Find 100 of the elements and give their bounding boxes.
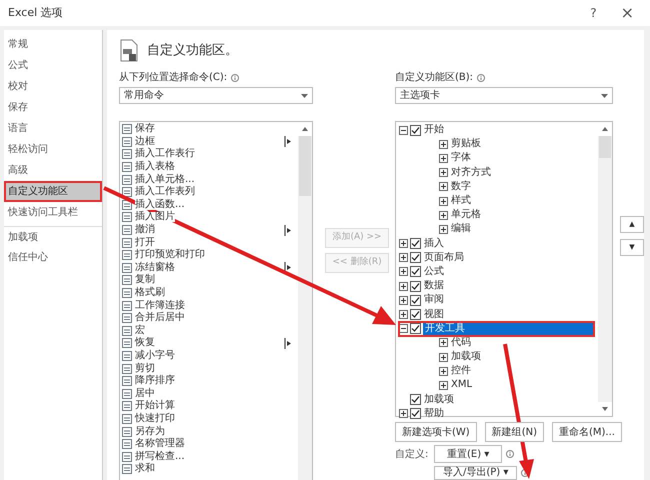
collapse-icon[interactable] [399, 126, 408, 135]
command-item[interactable]: 开始计算 [135, 401, 175, 412]
tree-item[interactable]: 视图 [423, 310, 444, 320]
command-item[interactable]: 拼写检查... [135, 452, 185, 462]
close-button[interactable]: × [620, 1, 634, 25]
checkbox[interactable] [410, 280, 421, 292]
tree-item[interactable]: 编辑 [450, 224, 471, 234]
nav-item[interactable]: 常规 [4, 34, 102, 55]
command-item[interactable]: 插入函数... [135, 200, 185, 210]
expand-icon[interactable] [439, 140, 448, 149]
tree-item[interactable]: 加载项 [450, 352, 481, 362]
tree-item[interactable]: 数字 [450, 182, 471, 192]
expand-icon[interactable] [399, 239, 408, 248]
nav-item[interactable]: 公式 [4, 55, 102, 76]
tree-item[interactable]: 插入 [423, 238, 444, 249]
command-item[interactable]: 插入工作表行 [135, 149, 195, 160]
expand-icon[interactable] [399, 409, 408, 418]
command-item[interactable]: 工作簿连接 [135, 300, 185, 311]
command-item[interactable]: 插入表格 [135, 162, 175, 172]
action-button[interactable]: 新建选项卡(W) [395, 422, 477, 442]
command-item[interactable]: 名称管理器 [135, 439, 185, 450]
nav-item[interactable]: 保存 [4, 97, 102, 118]
expand-icon[interactable] [439, 196, 448, 206]
expand-icon[interactable] [439, 224, 448, 234]
action-button[interactable]: 重命名(M)... [552, 422, 622, 442]
nav-item[interactable]: 轻松访问 [4, 139, 102, 160]
tree-item[interactable]: 样式 [450, 196, 471, 206]
checkbox[interactable] [410, 266, 421, 278]
checkbox[interactable] [410, 238, 421, 250]
tree-item[interactable]: 对齐方式 [450, 168, 491, 178]
command-item[interactable]: 合并后居中 [135, 313, 185, 324]
command-source-dropdown[interactable]: 常用命令 [119, 87, 313, 104]
reset-button[interactable]: 重置(E) ▾ [434, 445, 502, 463]
tree-item[interactable]: 开发工具 [423, 322, 594, 336]
command-item[interactable]: 降序排序 [135, 376, 175, 386]
expand-icon[interactable] [439, 352, 448, 362]
tree-item[interactable]: 单元格 [450, 210, 481, 220]
nav-item[interactable]: 语言 [4, 118, 102, 139]
command-item[interactable]: 插入图片 [135, 212, 175, 222]
expand-icon[interactable] [399, 253, 408, 262]
nav-item[interactable]: 信任中心 [4, 247, 102, 268]
scroll-up-icon[interactable] [602, 127, 608, 131]
tree-item[interactable]: 控件 [450, 366, 471, 376]
expand-icon[interactable] [439, 380, 448, 390]
expand-icon[interactable] [399, 296, 408, 305]
tree-item[interactable]: 公式 [423, 266, 444, 277]
collapse-icon[interactable] [399, 324, 408, 334]
scrollbar[interactable] [298, 122, 312, 480]
nav-item[interactable]: 自定义功能区 [4, 181, 102, 202]
expand-icon[interactable] [439, 182, 448, 192]
checkbox[interactable] [410, 124, 421, 136]
ribbon-tabs-dropdown[interactable]: 主选项卡 [395, 87, 613, 104]
tree-item[interactable]: 剪贴板 [450, 139, 481, 150]
scroll-thumb[interactable] [299, 136, 311, 196]
command-item[interactable]: 插入工作表列 [135, 187, 195, 198]
checkbox[interactable] [410, 394, 421, 406]
scroll-up-icon[interactable] [302, 127, 308, 131]
tree-item[interactable]: 数据 [423, 281, 444, 292]
nav-item[interactable]: 校对 [4, 76, 102, 97]
scroll-down-icon[interactable] [602, 407, 608, 411]
expand-icon[interactable] [399, 310, 408, 320]
import-export-button[interactable]: 导入/导出(P) ▾ [434, 466, 518, 480]
expand-icon[interactable] [399, 267, 408, 276]
command-item[interactable]: 打印预览和打印 [135, 250, 205, 260]
tree-item[interactable]: 页面布局 [423, 252, 464, 263]
command-item[interactable]: 复制 [135, 275, 155, 286]
nav-item[interactable]: 高级 [4, 160, 102, 181]
checkbox[interactable] [410, 408, 421, 420]
tree-item[interactable]: XML [450, 380, 472, 390]
expand-icon[interactable] [439, 154, 448, 163]
checkbox[interactable] [410, 294, 421, 306]
tree-item[interactable]: 审阅 [423, 295, 444, 306]
nav-item[interactable]: 加载项 [4, 226, 102, 247]
command-item[interactable]: 撤消 [135, 225, 155, 236]
command-item[interactable]: 另存为 [135, 426, 165, 437]
action-button[interactable]: 新建组(N) [484, 422, 544, 442]
command-item[interactable]: 恢复 [135, 338, 155, 348]
command-item[interactable]: 宏 [135, 326, 145, 336]
expand-icon[interactable] [439, 338, 448, 348]
checkbox[interactable] [410, 309, 421, 320]
command-item[interactable]: 边框 [135, 136, 155, 147]
command-item[interactable]: 快速打印 [135, 414, 175, 424]
help-button[interactable]: ? [590, 4, 597, 22]
command-item[interactable]: 打开 [135, 238, 155, 248]
scrollbar[interactable] [598, 122, 612, 416]
tree-item[interactable]: 开始 [423, 125, 444, 136]
tree-item[interactable]: 帮助 [423, 408, 444, 419]
command-item[interactable]: 冻结窗格 [135, 262, 175, 273]
expand-icon[interactable] [399, 282, 408, 291]
checkbox[interactable] [410, 252, 421, 264]
expand-icon[interactable] [439, 366, 448, 376]
tree-item[interactable]: 代码 [450, 338, 471, 348]
nav-item[interactable]: 快速访问工具栏 [4, 202, 102, 223]
tree-item[interactable]: 加载项 [423, 394, 454, 405]
command-item[interactable]: 插入单元格... [135, 174, 195, 185]
checkbox[interactable] [410, 323, 421, 334]
command-item[interactable]: 居中 [135, 388, 155, 399]
command-item[interactable]: 剪切 [135, 364, 155, 374]
command-item[interactable]: 求和 [135, 464, 155, 474]
command-item[interactable]: 格式刷 [135, 288, 165, 298]
